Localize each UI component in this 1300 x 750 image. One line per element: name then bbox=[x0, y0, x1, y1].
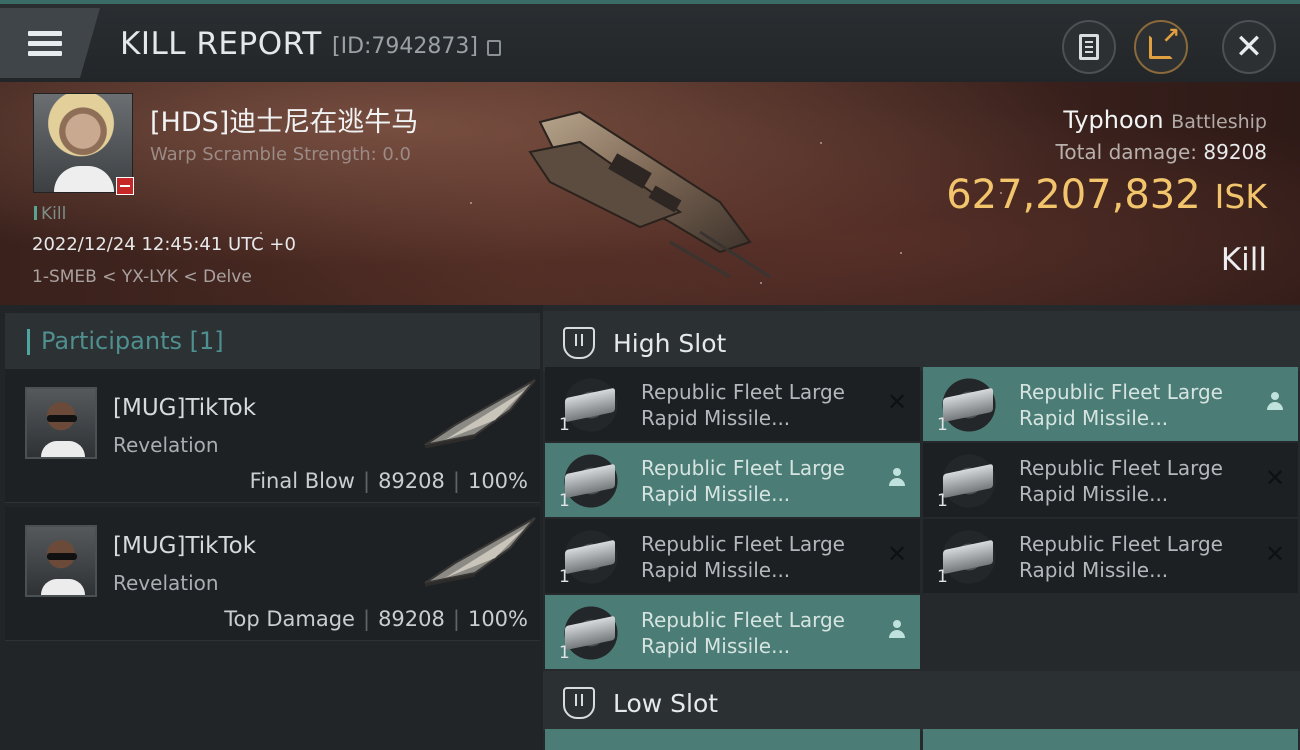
participant-ship-image bbox=[424, 517, 536, 587]
module-quantity: 1 bbox=[559, 415, 570, 435]
victim-summary: [HDS]迪士尼在逃牛马 Warp Scramble Strength: 0.0… bbox=[0, 82, 1300, 305]
participant-ship: Revelation bbox=[113, 433, 219, 457]
close-icon: ✕ bbox=[1234, 27, 1264, 67]
high-slot-header: High Slot bbox=[543, 311, 1300, 371]
participants-title: Participants [1] bbox=[41, 327, 224, 355]
participant-stats: Top Damage | 89208 | 100% bbox=[224, 607, 528, 631]
isk-value: 627,207,832 ISK bbox=[946, 172, 1267, 218]
participant-stats: Final Blow | 89208 | 100% bbox=[250, 469, 528, 493]
module-name: Republic Fleet Large Rapid Missile... bbox=[1019, 532, 1223, 582]
hamburger-icon bbox=[28, 26, 62, 61]
stats-separator: | bbox=[362, 607, 371, 631]
low-slot-label: Low Slot bbox=[613, 689, 719, 718]
participant-role: Final Blow bbox=[249, 469, 355, 493]
stats-separator: | bbox=[452, 607, 460, 631]
low-slot-header: Low Slot bbox=[543, 671, 1300, 731]
dropped-icon bbox=[886, 467, 908, 489]
copy-id-icon[interactable] bbox=[487, 40, 501, 56]
participants-header[interactable]: Participants [1] bbox=[5, 313, 540, 369]
module-item[interactable]: 1 Republic Fleet Large Rapid Missile... ✕ bbox=[545, 519, 920, 593]
ship-class: Battleship bbox=[1171, 111, 1267, 133]
participants-panel: Participants [1] [MUG]TikTok Revelation … bbox=[0, 305, 543, 750]
participant-card[interactable]: [MUG]TikTok Revelation Top Damage | 89208 |… bbox=[5, 507, 540, 641]
participant-ship-image bbox=[424, 379, 536, 449]
module-name: Republic Fleet Large Rapid Missile... bbox=[641, 456, 845, 506]
destroyed-icon: ✕ bbox=[886, 540, 908, 568]
total-damage-label: Total damage: bbox=[1055, 140, 1198, 164]
victim-ship-image bbox=[528, 110, 771, 279]
module-item[interactable]: 1 Republic Fleet Large Rapid Missile... bbox=[923, 367, 1298, 441]
participant-damage: 89208 bbox=[378, 607, 445, 631]
kill-report-header: KILL REPORT [ID:7942873] ✕ bbox=[0, 0, 1300, 82]
module-quantity: 1 bbox=[937, 415, 948, 435]
module-item[interactable]: 1 Republic Fleet Large Rapid Missile... ✕ bbox=[923, 519, 1298, 593]
module-name: Republic Fleet Large Rapid Missile... bbox=[1019, 380, 1223, 430]
participant-name: [MUG]TikTok bbox=[113, 395, 257, 421]
participant-damage: 89208 bbox=[378, 469, 445, 493]
high-slot-label: High Slot bbox=[613, 329, 727, 358]
share-button[interactable] bbox=[1134, 20, 1188, 74]
module-name: Republic Fleet Large Rapid Missile... bbox=[1019, 456, 1223, 506]
module-item[interactable]: 1 Republic Fleet Large Rapid Missile... ✕ bbox=[923, 443, 1298, 517]
participant-damage-percent: 100% bbox=[467, 607, 528, 631]
victim-ship-type[interactable]: Typhoon Battleship bbox=[1063, 106, 1267, 134]
page-title: KILL REPORT bbox=[120, 26, 322, 62]
participant-name: [MUG]TikTok bbox=[113, 533, 257, 559]
module-name: Republic Fleet Large Rapid Missile... bbox=[641, 608, 845, 658]
share-icon bbox=[1149, 24, 1180, 59]
isk-unit: ISK bbox=[1214, 177, 1267, 216]
total-damage: Total damage: 89208 bbox=[1056, 140, 1267, 164]
security-status-icon bbox=[116, 177, 134, 195]
dropped-icon bbox=[886, 619, 908, 641]
module-name: Republic Fleet Large Rapid Missile... bbox=[641, 532, 845, 582]
dropped-icon bbox=[1264, 391, 1286, 413]
isk-amount: 627,207,832 bbox=[946, 172, 1201, 218]
participant-avatar[interactable] bbox=[25, 525, 97, 597]
module-quantity: 1 bbox=[559, 491, 570, 511]
destroyed-icon: ✕ bbox=[886, 388, 908, 416]
participant-ship: Revelation bbox=[113, 571, 219, 595]
participant-card[interactable]: [MUG]TikTok Revelation Final Blow | 89208 |… bbox=[5, 369, 540, 503]
report-id: [ID:7942873] bbox=[332, 34, 478, 59]
module-quantity: 1 bbox=[937, 567, 948, 587]
module-item[interactable]: 1 Republic Fleet Large Rapid Missile... ✕ bbox=[545, 367, 920, 441]
document-icon bbox=[1079, 34, 1099, 60]
module-name: Republic Fleet Large Rapid Missile... bbox=[641, 380, 845, 430]
module-item[interactable]: 1 Republic Fleet Large Rapid Missile... bbox=[545, 595, 920, 669]
fitting-panel: High Slot 1 Republic Fleet Large Rapid Mi… bbox=[543, 305, 1300, 750]
module-item[interactable] bbox=[545, 729, 920, 750]
kill-datetime: 2022/12/24 12:45:41 UTC +0 bbox=[32, 234, 296, 255]
close-button[interactable]: ✕ bbox=[1222, 20, 1276, 74]
participants-count: [1] bbox=[189, 327, 224, 355]
participant-avatar[interactable] bbox=[25, 387, 97, 459]
participant-damage-percent: 100% bbox=[467, 469, 528, 493]
report-details-button[interactable] bbox=[1062, 20, 1116, 74]
low-slot-icon bbox=[563, 687, 595, 719]
result-label: Kill bbox=[1220, 242, 1267, 278]
stats-separator: | bbox=[452, 469, 460, 493]
ship-name: Typhoon bbox=[1063, 106, 1164, 134]
kill-tag: Kill bbox=[34, 204, 66, 224]
destroyed-icon: ✕ bbox=[1264, 540, 1286, 568]
kill-location[interactable]: 1-SMEB < YX-LYK < Delve bbox=[32, 267, 252, 287]
participants-label: Participants bbox=[41, 327, 182, 355]
warp-scramble-strength: Warp Scramble Strength: 0.0 bbox=[150, 144, 412, 165]
destroyed-icon: ✕ bbox=[1264, 464, 1286, 492]
total-damage-value: 89208 bbox=[1203, 140, 1267, 164]
module-quantity: 1 bbox=[937, 491, 948, 511]
kill-tag-label: Kill bbox=[41, 204, 67, 224]
module-quantity: 1 bbox=[559, 567, 570, 587]
victim-name[interactable]: [HDS]迪士尼在逃牛马 bbox=[150, 100, 418, 139]
high-slot-icon bbox=[563, 327, 595, 359]
stats-separator: | bbox=[362, 469, 371, 493]
menu-button[interactable] bbox=[0, 8, 100, 78]
module-item[interactable]: 1 Republic Fleet Large Rapid Missile... bbox=[545, 443, 920, 517]
participant-role: Top Damage bbox=[224, 607, 355, 631]
module-item[interactable] bbox=[923, 729, 1298, 750]
module-quantity: 1 bbox=[559, 643, 570, 663]
